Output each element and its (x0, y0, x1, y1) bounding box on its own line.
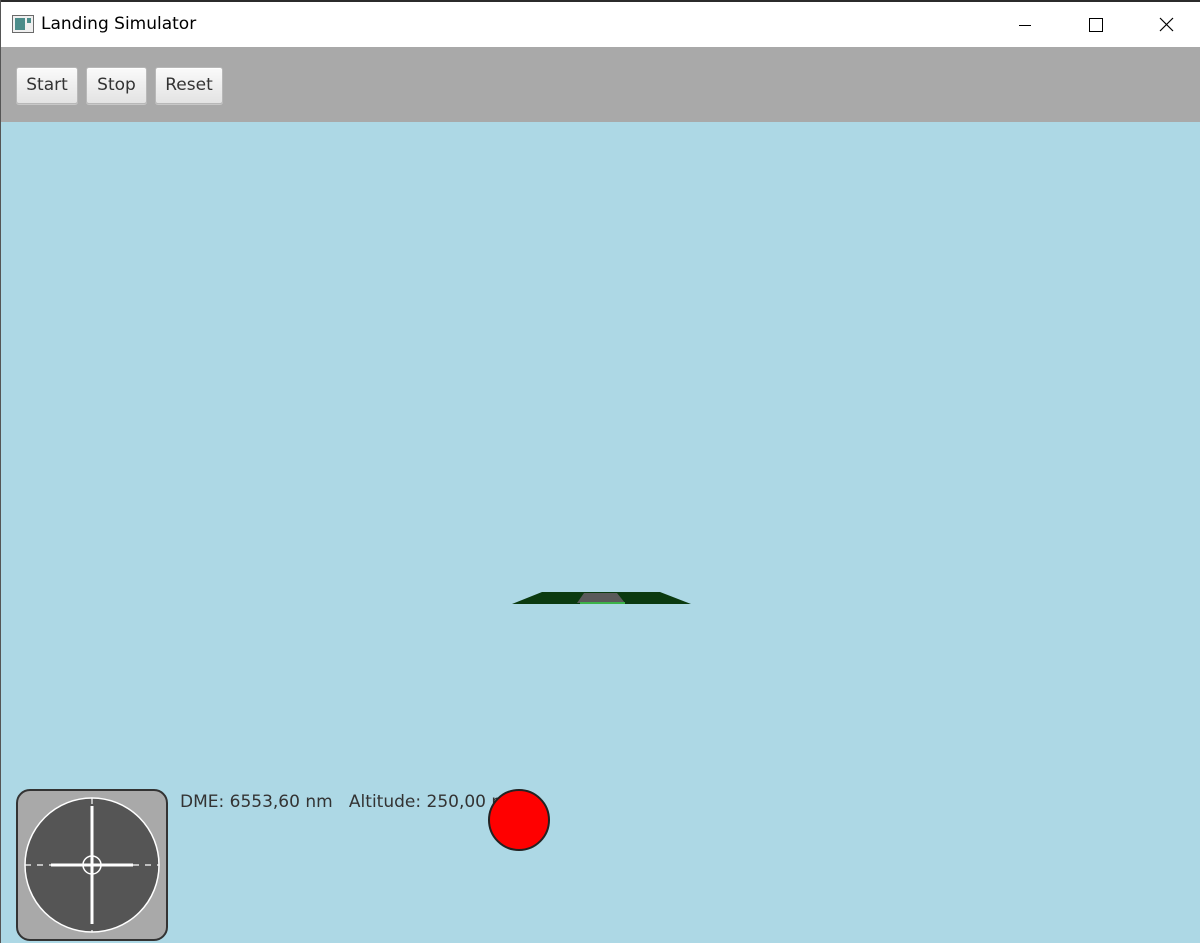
dme-label: DME: (180, 792, 225, 812)
title-bar[interactable]: Landing Simulator (0, 2, 1200, 47)
toolbar: Start Stop Reset (0, 47, 1200, 122)
runway (577, 593, 625, 603)
stop-button[interactable]: Stop (86, 67, 147, 104)
altitude-value: 250,00 (426, 792, 486, 812)
start-button[interactable]: Start (16, 67, 78, 104)
close-button[interactable] (1130, 2, 1200, 47)
maximize-icon (1089, 18, 1103, 32)
close-icon (1159, 17, 1174, 32)
ils-gauge (16, 789, 168, 941)
ground-scene (512, 592, 691, 604)
app-window: Landing Simulator Start Stop Reset DME: … (0, 0, 1200, 943)
dme-value: 6553,60 (229, 792, 300, 812)
window-title: Landing Simulator (41, 14, 197, 34)
dme-unit: nm (305, 792, 333, 812)
window-border-left (0, 0, 1, 943)
maximize-button[interactable] (1060, 2, 1130, 47)
simulation-view[interactable]: DME: 6553,60 nm Altitude: 250,00 m (0, 122, 1200, 943)
ils-crosshair-icon (24, 797, 160, 933)
app-icon (12, 15, 34, 33)
reset-button[interactable]: Reset (155, 67, 223, 104)
minimize-icon (1019, 25, 1031, 26)
altitude-label: Altitude: (348, 792, 422, 812)
minimize-button[interactable] (990, 2, 1060, 47)
status-light (488, 789, 550, 851)
flight-readout: DME: 6553,60 nm Altitude: 250,00 m (180, 792, 508, 812)
